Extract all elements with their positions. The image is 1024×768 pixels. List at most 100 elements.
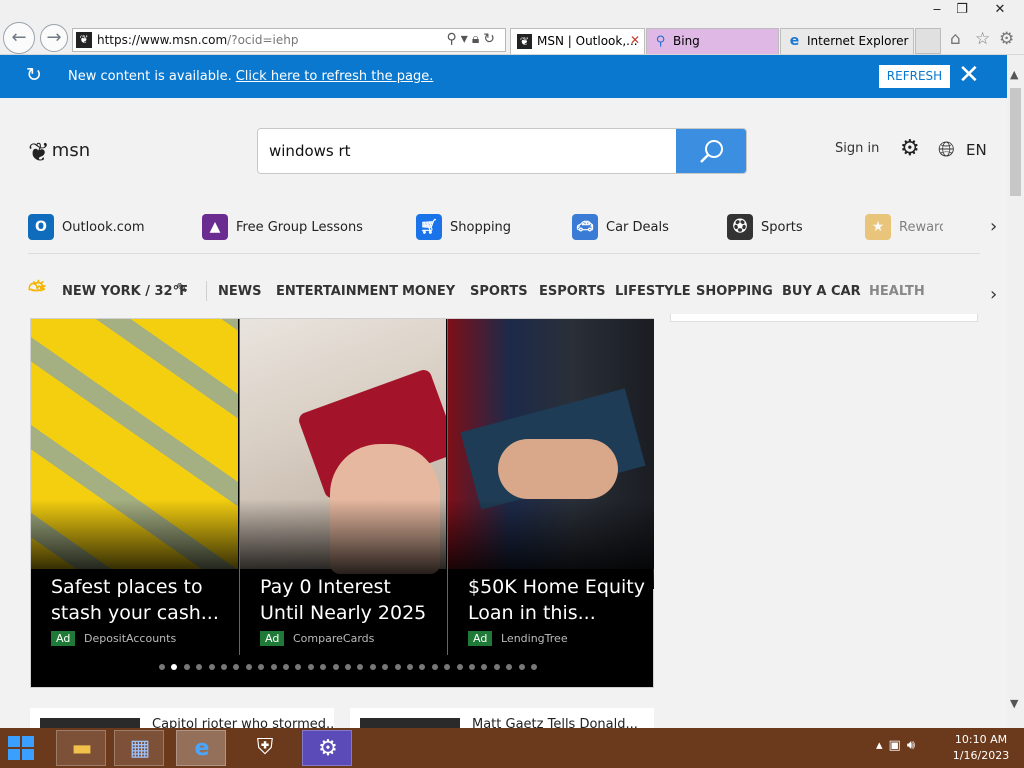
carousel-dot[interactable] bbox=[196, 664, 203, 670]
favorites-icon[interactable]: ☆ bbox=[975, 29, 990, 49]
carousel-dot[interactable] bbox=[233, 664, 240, 670]
close-window-button[interactable]: ✕ bbox=[985, 0, 1015, 20]
quick-link-label: Free Group Lessons bbox=[236, 220, 363, 235]
carousel-dot[interactable] bbox=[394, 664, 401, 670]
address-url[interactable]: https://www.msn.com/?ocid=iehp bbox=[97, 33, 298, 47]
news-card[interactable]: Matt Gaetz Tells Donald... bbox=[350, 708, 654, 728]
carousel-dot[interactable] bbox=[419, 664, 426, 670]
lock-icon[interactable]: 🔒︎ bbox=[472, 31, 483, 47]
category-sports[interactable]: SPORTS bbox=[470, 284, 528, 299]
carousel-dot[interactable] bbox=[208, 664, 215, 670]
carousel-dot[interactable] bbox=[270, 664, 277, 670]
carousel-dot[interactable] bbox=[506, 664, 513, 670]
taskbar-server-manager[interactable]: ▦ bbox=[114, 730, 164, 766]
category-esports[interactable]: ESPORTS bbox=[539, 284, 605, 299]
carousel-card[interactable]: Safest places to stash your cash... Ad D… bbox=[31, 319, 238, 655]
carousel-card[interactable]: $50K Home Equity Loan in this... Ad Lend… bbox=[447, 319, 654, 655]
carousel-dot[interactable] bbox=[531, 664, 537, 670]
ad-badge: Ad bbox=[468, 631, 493, 646]
partly-sunny-icon: ⛅︎ bbox=[28, 278, 46, 303]
show-hidden-icons-icon[interactable]: ▴ bbox=[876, 738, 889, 753]
weather-location[interactable]: NEW YORK / 32°F bbox=[62, 284, 188, 299]
settings-icon[interactable]: ⚙ bbox=[999, 29, 1014, 49]
sign-in-link[interactable]: Sign in bbox=[835, 141, 879, 156]
carousel-dot[interactable] bbox=[382, 664, 389, 670]
refresh-button[interactable]: REFRESH bbox=[879, 65, 950, 88]
taskbar-security[interactable]: ⛨ bbox=[240, 730, 290, 766]
scrollbar-thumb[interactable] bbox=[1010, 88, 1021, 196]
carousel-dot[interactable] bbox=[456, 664, 463, 670]
search-icon[interactable]: ⚲ bbox=[447, 31, 461, 47]
network-icon[interactable]: ▣ bbox=[889, 738, 907, 753]
arrow-left-icon: ← bbox=[11, 27, 27, 48]
category-news[interactable]: NEWS bbox=[218, 284, 261, 299]
category-entertainment[interactable]: ENTERTAINMENT bbox=[276, 284, 398, 299]
category-lifestyle[interactable]: LIFESTYLE bbox=[615, 284, 691, 299]
taskbar-internet-explorer[interactable]: e bbox=[176, 730, 226, 766]
refresh-link[interactable]: Click here to refresh the page. bbox=[236, 69, 434, 84]
forward-button[interactable]: → bbox=[40, 24, 68, 52]
close-tab-icon[interactable]: ✕ bbox=[630, 33, 640, 47]
tab-internet-explorer[interactable]: e Internet Explorer is... bbox=[780, 28, 914, 54]
address-bar[interactable]: ❦ https://www.msn.com/?ocid=iehp ⚲▾🔒︎↻ bbox=[72, 28, 506, 52]
quick-link-rewards[interactable]: ★ Rewards bbox=[865, 214, 943, 244]
taskbar-settings[interactable]: ⚙ bbox=[302, 730, 352, 766]
carousel-dot[interactable] bbox=[159, 664, 165, 670]
carousel-dot[interactable] bbox=[183, 664, 190, 670]
carousel-dot[interactable] bbox=[245, 664, 252, 670]
carousel-dot[interactable] bbox=[295, 664, 302, 670]
carousel-dot[interactable] bbox=[469, 664, 475, 670]
chevron-right-icon[interactable]: › bbox=[990, 216, 997, 237]
category-buy-a-car[interactable]: BUY A CAR bbox=[782, 284, 861, 299]
globe-icon[interactable]: 🌐︎ bbox=[938, 137, 955, 162]
scroll-down-icon[interactable]: ▼ bbox=[1010, 697, 1018, 710]
carousel-dot[interactable] bbox=[332, 664, 339, 670]
refresh-icon[interactable]: ↻ bbox=[483, 31, 499, 47]
carousel-dot[interactable] bbox=[369, 664, 376, 670]
msn-icon: ❦ bbox=[517, 34, 532, 49]
search-button[interactable] bbox=[676, 129, 746, 173]
tab-msn[interactable]: ❦ MSN | Outlook,... ✕ bbox=[510, 28, 645, 54]
edit-pencil-icon[interactable]: ✎ bbox=[176, 281, 188, 297]
carousel-dot[interactable] bbox=[481, 664, 488, 670]
carousel-dot[interactable] bbox=[171, 664, 178, 670]
carousel-dot[interactable] bbox=[307, 664, 314, 670]
carousel-dot[interactable] bbox=[221, 664, 227, 670]
carousel-dot[interactable] bbox=[283, 664, 289, 670]
category-nav: ⛅︎ NEW YORK / 32°F ✎ NEWS ENTERTAINMENT … bbox=[28, 278, 968, 306]
search-input[interactable] bbox=[258, 129, 677, 173]
carousel-dot[interactable] bbox=[345, 664, 351, 670]
home-icon[interactable]: ⌂ bbox=[950, 29, 961, 49]
back-button[interactable]: ← bbox=[3, 22, 35, 54]
carousel-dot[interactable] bbox=[407, 664, 413, 670]
taskbar-file-explorer[interactable]: ▬ bbox=[56, 730, 106, 766]
vertical-scrollbar[interactable]: ▲ ▼ bbox=[1007, 55, 1024, 728]
carousel-card[interactable]: Pay 0 Interest Until Nearly 2025 Ad Comp… bbox=[239, 319, 446, 655]
scroll-up-icon[interactable]: ▲ bbox=[1010, 68, 1018, 81]
category-money[interactable]: MONEY bbox=[402, 284, 455, 299]
volume-icon[interactable]: 🔊︎ bbox=[907, 738, 921, 753]
language-selector[interactable]: EN bbox=[966, 141, 987, 159]
carousel-dot[interactable] bbox=[518, 664, 525, 670]
carousel-dot[interactable] bbox=[320, 664, 327, 670]
category-shopping[interactable]: SHOPPING bbox=[696, 284, 773, 299]
restore-button[interactable]: ❐ bbox=[947, 0, 977, 20]
msn-logo[interactable]: ❦ msn bbox=[28, 138, 90, 168]
carousel-dot[interactable] bbox=[258, 664, 265, 670]
dropdown-icon[interactable]: ▾ bbox=[461, 31, 472, 47]
carousel-dot[interactable] bbox=[444, 664, 451, 670]
system-tray[interactable]: ▴▣🔊︎ bbox=[876, 738, 921, 753]
taskbar-clock[interactable]: 10:10 AM 1/16/2023 bbox=[950, 732, 1012, 764]
search-icon: ⚲ bbox=[655, 34, 666, 49]
news-card[interactable]: Capitol rioter who stormed... bbox=[30, 708, 334, 728]
chevron-right-icon[interactable]: › bbox=[990, 284, 997, 305]
carousel-dot[interactable] bbox=[493, 664, 500, 670]
close-notification-icon[interactable]: ✕ bbox=[958, 60, 980, 90]
new-tab-button[interactable] bbox=[915, 28, 941, 54]
settings-gear-icon[interactable]: ⚙ bbox=[900, 136, 920, 161]
tab-bing[interactable]: ⚲ Bing bbox=[646, 28, 779, 54]
category-health[interactable]: HEALTH bbox=[869, 284, 925, 299]
msn-butterfly-icon: ❦ bbox=[28, 138, 50, 168]
carousel-dot[interactable] bbox=[357, 664, 364, 670]
carousel-dot[interactable] bbox=[431, 664, 438, 670]
